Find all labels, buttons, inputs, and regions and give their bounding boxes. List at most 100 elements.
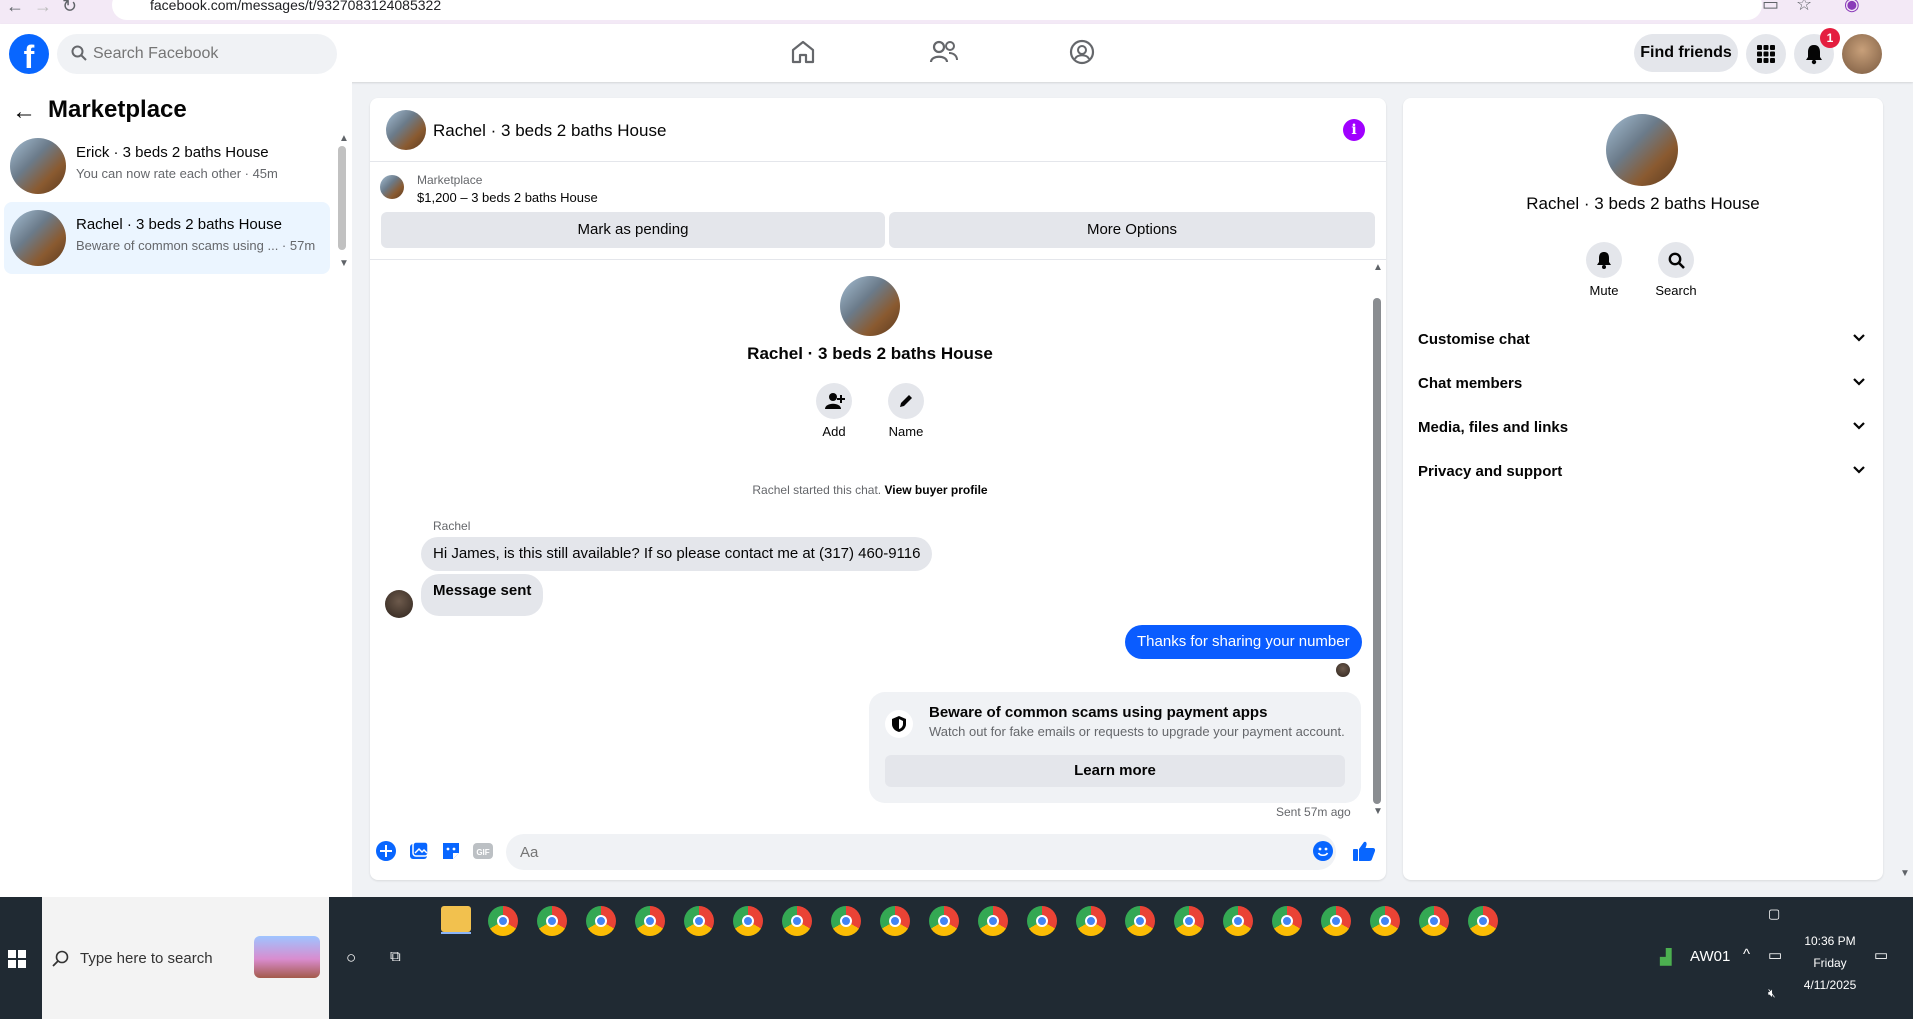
plus-icon[interactable] (375, 840, 397, 862)
edit-name-button[interactable] (888, 383, 924, 419)
mark-as-pending-button[interactable]: Mark as pending (381, 212, 885, 248)
svg-text:GIF: GIF (476, 848, 489, 857)
scam-warning-title: Beware of common scams using payment app… (929, 704, 1268, 721)
friends-icon[interactable] (929, 38, 965, 70)
chrome-icon[interactable] (537, 906, 567, 936)
listing-title[interactable]: $1,200 – 3 beds 2 baths House (417, 190, 598, 205)
privacy-support-section[interactable]: Privacy and support (1410, 452, 1876, 492)
chrome-icon[interactable] (586, 906, 616, 936)
facebook-search[interactable] (57, 34, 337, 74)
network-signal-icon[interactable]: ▟ (1660, 948, 1672, 966)
browser-reload-icon[interactable]: ↻ (62, 0, 77, 17)
gif-icon[interactable]: GIF (472, 840, 494, 862)
message-input[interactable] (506, 834, 1336, 870)
customise-chat-section[interactable]: Customise chat (1410, 320, 1876, 360)
chat-members-section[interactable]: Chat members (1410, 364, 1876, 404)
facebook-search-input[interactable] (93, 34, 323, 74)
menu-grid-button[interactable] (1746, 34, 1786, 74)
thumbs-up-icon[interactable] (1352, 840, 1376, 862)
chrome-icon[interactable] (1272, 906, 1302, 936)
sticker-icon[interactable] (440, 840, 462, 862)
chrome-icon[interactable] (1468, 906, 1498, 936)
chrome-icon[interactable] (1321, 906, 1351, 936)
scroll-down-arrow-icon[interactable]: ▼ (1373, 806, 1383, 817)
outgoing-message[interactable]: Thanks for sharing your number (1125, 625, 1362, 659)
chevron-down-icon (1853, 422, 1865, 430)
sidebar-scrollbar[interactable] (338, 146, 346, 250)
chrome-icon[interactable] (635, 906, 665, 936)
clock[interactable]: 10:36 PM Friday 4/11/2025 (1800, 930, 1860, 996)
chrome-icon[interactable] (1125, 906, 1155, 936)
chrome-icon[interactable] (1076, 906, 1106, 936)
media-files-links-section[interactable]: Media, files and links (1410, 408, 1876, 448)
conversation-item-erick[interactable]: Erick · 3 beds 2 baths House You can now… (4, 130, 330, 202)
chat-header-title[interactable]: Rachel · 3 beds 2 baths House (433, 121, 666, 141)
chrome-icon[interactable] (1370, 906, 1400, 936)
chrome-icon[interactable] (488, 906, 518, 936)
bell-icon (1806, 45, 1822, 65)
conversation-photo (840, 276, 900, 336)
install-app-icon[interactable]: ▭ (1762, 0, 1779, 15)
scroll-down-arrow-icon[interactable]: ▼ (339, 258, 349, 269)
address-bar-url: facebook.com/messages/t/9327083124085322 (150, 0, 442, 13)
scroll-up-arrow-icon[interactable]: ▲ (339, 133, 349, 144)
chrome-icon[interactable] (880, 906, 910, 936)
chat-started-notice: Rachel started this chat. View buyer pro… (600, 483, 1140, 497)
browser-forward-icon[interactable]: → (34, 0, 52, 17)
chrome-icon[interactable] (733, 906, 763, 936)
listing-thumbnail[interactable] (380, 175, 404, 199)
scam-warning-subtitle: Watch out for fake emails or requests to… (929, 724, 1345, 739)
learn-more-button[interactable]: Learn more (885, 755, 1345, 787)
bell-icon (1597, 252, 1611, 269)
action-center-icon[interactable]: ▭ (1874, 946, 1888, 964)
more-options-button[interactable]: More Options (889, 212, 1375, 248)
sender-avatar[interactable] (385, 590, 413, 618)
chrome-icon[interactable] (978, 906, 1008, 936)
groups-icon[interactable] (1068, 38, 1104, 70)
view-buyer-profile-link[interactable]: View buyer profile (884, 483, 987, 497)
chrome-icon[interactable] (1027, 906, 1057, 936)
file-explorer-icon[interactable] (441, 906, 471, 932)
chrome-icon[interactable] (684, 906, 714, 936)
network-label[interactable]: AW01 (1690, 948, 1730, 965)
windows-start-icon[interactable] (8, 950, 26, 973)
home-icon[interactable] (789, 38, 825, 70)
search-conversation-button[interactable] (1658, 242, 1694, 278)
chevron-up-icon[interactable]: ^ (1743, 946, 1750, 963)
incoming-message[interactable]: Hi James, is this still available? If so… (421, 537, 933, 571)
bookmark-star-icon[interactable]: ☆ (1796, 0, 1812, 15)
task-view-icon[interactable]: ⧉ (390, 948, 401, 965)
chat-header-thumbnail[interactable] (386, 110, 426, 150)
grid-icon (1757, 45, 1775, 63)
search-icon (52, 950, 69, 972)
meet-now-icon[interactable]: ▢ (1768, 906, 1780, 922)
chrome-icon[interactable] (1419, 906, 1449, 936)
volume-muted-icon[interactable]: 🔇︎ (1768, 986, 1776, 1001)
add-people-button[interactable] (816, 383, 852, 419)
emoji-icon[interactable] (1312, 840, 1334, 862)
info-icon[interactable]: i (1343, 119, 1365, 141)
chat-scrollbar[interactable] (1373, 298, 1381, 804)
chrome-icon[interactable] (1174, 906, 1204, 936)
back-arrow-icon[interactable]: ← (12, 98, 36, 126)
search-highlight-image (254, 936, 320, 978)
photo-icon[interactable] (408, 840, 430, 862)
conversation-item-rachel[interactable]: Rachel · 3 beds 2 baths House Beware of … (4, 202, 330, 274)
facebook-logo[interactable]: f (9, 34, 49, 75)
cortana-icon[interactable]: ○ (346, 948, 356, 968)
notification-badge: 1 (1820, 28, 1840, 48)
chrome-icon[interactable] (831, 906, 861, 936)
display-icon[interactable]: ▭ (1768, 946, 1782, 964)
chrome-icon[interactable] (929, 906, 959, 936)
incoming-message[interactable]: Message sent (421, 574, 544, 616)
scroll-up-arrow-icon[interactable]: ▲ (1373, 262, 1383, 273)
mute-button[interactable] (1586, 242, 1622, 278)
listing-thumbnail (10, 138, 66, 194)
page-scroll-down-icon[interactable]: ▼ (1900, 868, 1910, 879)
chrome-icon[interactable] (1223, 906, 1253, 936)
find-friends-button[interactable]: Find friends (1634, 34, 1738, 72)
chrome-icon[interactable] (782, 906, 812, 936)
account-avatar[interactable] (1842, 34, 1882, 74)
profile-icon[interactable]: ◉ (1844, 0, 1860, 15)
browser-back-icon[interactable]: ← (6, 0, 24, 17)
